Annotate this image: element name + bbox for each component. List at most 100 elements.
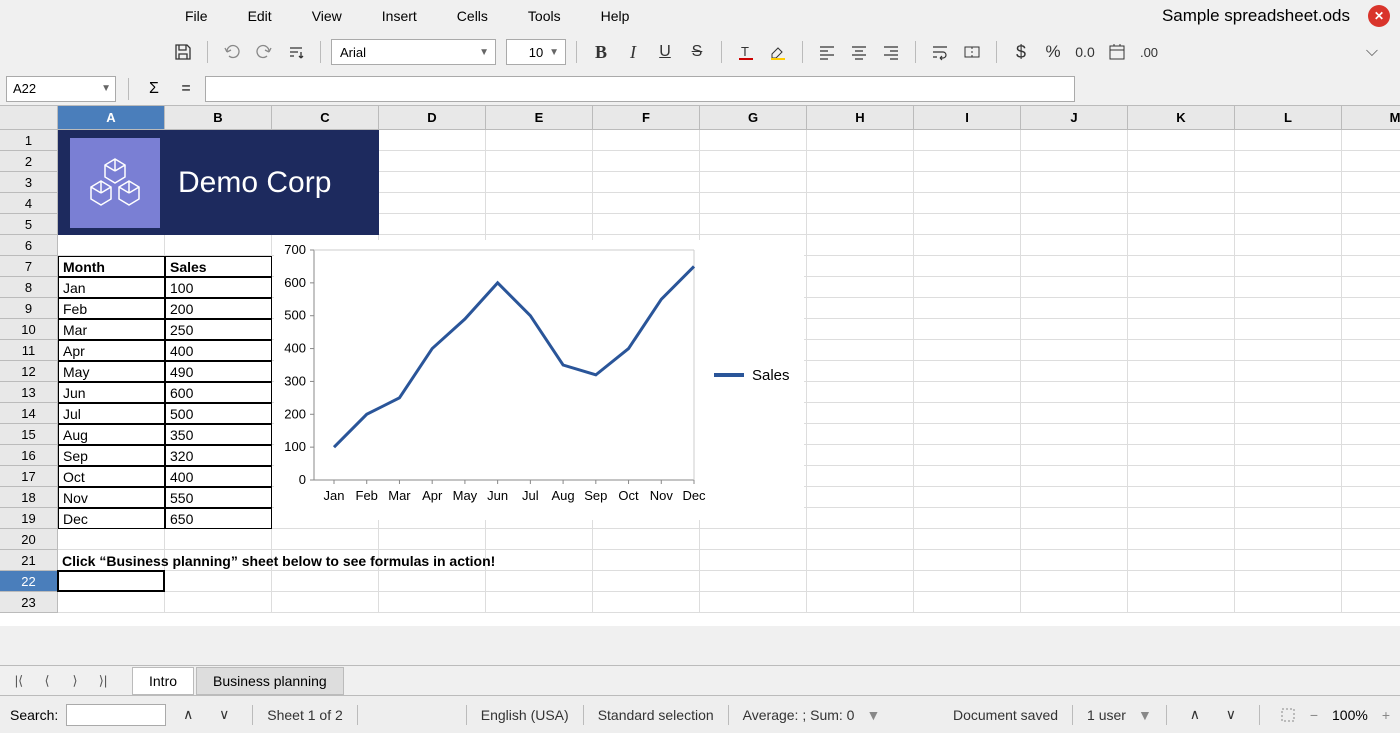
cell[interactable]: Jul xyxy=(58,403,165,424)
cell[interactable] xyxy=(1128,571,1235,592)
cell[interactable] xyxy=(914,550,1021,571)
cell[interactable] xyxy=(1235,529,1342,550)
cell[interactable] xyxy=(1021,214,1128,235)
row-header-4[interactable]: 4 xyxy=(0,193,58,214)
search-prev-icon[interactable]: ∧ xyxy=(174,701,202,729)
cell[interactable] xyxy=(914,382,1021,403)
decimal-button[interactable]: .00 xyxy=(1135,38,1163,66)
cell[interactable] xyxy=(914,424,1021,445)
cell[interactable] xyxy=(807,193,914,214)
column-header-I[interactable]: I xyxy=(914,106,1021,130)
cell[interactable] xyxy=(914,361,1021,382)
cell[interactable] xyxy=(914,277,1021,298)
cell[interactable] xyxy=(1235,466,1342,487)
cell[interactable] xyxy=(807,487,914,508)
cell[interactable] xyxy=(914,151,1021,172)
cell[interactable] xyxy=(807,256,914,277)
row-header-17[interactable]: 17 xyxy=(0,466,58,487)
row-header-23[interactable]: 23 xyxy=(0,592,58,613)
cell[interactable] xyxy=(593,130,700,151)
cell[interactable]: Sep xyxy=(58,445,165,466)
cell[interactable] xyxy=(914,319,1021,340)
cell[interactable] xyxy=(1128,214,1235,235)
cell[interactable] xyxy=(914,214,1021,235)
cell[interactable] xyxy=(1128,382,1235,403)
cell[interactable] xyxy=(165,592,272,613)
column-header-C[interactable]: C xyxy=(272,106,379,130)
cell[interactable] xyxy=(1021,487,1128,508)
column-header-B[interactable]: B xyxy=(165,106,272,130)
cell[interactable]: 400 xyxy=(165,466,272,487)
row-header-16[interactable]: 16 xyxy=(0,445,58,466)
underline-button[interactable]: U xyxy=(651,38,679,66)
cell[interactable] xyxy=(807,571,914,592)
cell[interactable] xyxy=(700,130,807,151)
row-header-6[interactable]: 6 xyxy=(0,235,58,256)
cell[interactable]: Sales xyxy=(165,256,272,277)
cell[interactable] xyxy=(807,319,914,340)
cell[interactable] xyxy=(486,529,593,550)
menu-file[interactable]: File xyxy=(165,2,228,30)
row-header-1[interactable]: 1 xyxy=(0,130,58,151)
last-sheet-icon[interactable]: ⟩| xyxy=(90,669,116,693)
column-header-J[interactable]: J xyxy=(1021,106,1128,130)
cell[interactable]: 490 xyxy=(165,361,272,382)
column-header-K[interactable]: K xyxy=(1128,106,1235,130)
cell[interactable] xyxy=(1235,592,1342,613)
cell[interactable] xyxy=(1235,487,1342,508)
row-header-15[interactable]: 15 xyxy=(0,424,58,445)
highlight-color-button[interactable] xyxy=(764,38,792,66)
cell[interactable] xyxy=(1342,340,1400,361)
cell[interactable] xyxy=(1342,235,1400,256)
cell[interactable] xyxy=(1128,550,1235,571)
column-header-A[interactable]: A xyxy=(58,106,165,130)
align-left-button[interactable] xyxy=(813,38,841,66)
cell[interactable] xyxy=(807,361,914,382)
cell[interactable] xyxy=(1021,571,1128,592)
spreadsheet-grid[interactable]: ABCDEFGHIJKLM 12345678910111213141516171… xyxy=(0,106,1400,626)
sort-icon[interactable] xyxy=(282,38,310,66)
cell[interactable] xyxy=(914,130,1021,151)
cell[interactable] xyxy=(58,592,165,613)
cell[interactable]: May xyxy=(58,361,165,382)
sheet-tab-business-planning[interactable]: Business planning xyxy=(196,667,344,695)
row-header-2[interactable]: 2 xyxy=(0,151,58,172)
cell[interactable] xyxy=(807,172,914,193)
cell[interactable] xyxy=(593,172,700,193)
column-header-F[interactable]: F xyxy=(593,106,700,130)
sheet-tab-intro[interactable]: Intro xyxy=(132,667,194,695)
cell[interactable] xyxy=(1235,235,1342,256)
cell[interactable] xyxy=(1342,193,1400,214)
cell[interactable] xyxy=(1342,214,1400,235)
percent-button[interactable]: % xyxy=(1039,38,1067,66)
undo-icon[interactable] xyxy=(218,38,246,66)
cell[interactable] xyxy=(1342,466,1400,487)
cell[interactable] xyxy=(1128,235,1235,256)
align-center-button[interactable] xyxy=(845,38,873,66)
cell[interactable] xyxy=(1342,571,1400,592)
cell[interactable] xyxy=(272,571,379,592)
cell[interactable] xyxy=(1235,172,1342,193)
cell[interactable] xyxy=(1128,193,1235,214)
redo-icon[interactable] xyxy=(250,38,278,66)
italic-button[interactable]: I xyxy=(619,38,647,66)
cell[interactable] xyxy=(1342,382,1400,403)
cell[interactable] xyxy=(1235,277,1342,298)
close-button[interactable]: ✕ xyxy=(1368,5,1390,27)
date-format-button[interactable] xyxy=(1103,38,1131,66)
cell[interactable]: 100 xyxy=(165,277,272,298)
cell[interactable] xyxy=(1128,361,1235,382)
cell[interactable] xyxy=(1128,130,1235,151)
cell[interactable] xyxy=(379,529,486,550)
cell[interactable] xyxy=(486,214,593,235)
cell[interactable] xyxy=(1128,403,1235,424)
cell[interactable] xyxy=(1128,466,1235,487)
cell[interactable] xyxy=(486,592,593,613)
cell[interactable] xyxy=(1235,130,1342,151)
cell[interactable] xyxy=(914,256,1021,277)
cell[interactable] xyxy=(1342,361,1400,382)
chevron-down-icon[interactable]: ▼ xyxy=(866,707,880,723)
row-header-21[interactable]: 21 xyxy=(0,550,58,571)
cell[interactable] xyxy=(1021,424,1128,445)
cell[interactable] xyxy=(1128,340,1235,361)
